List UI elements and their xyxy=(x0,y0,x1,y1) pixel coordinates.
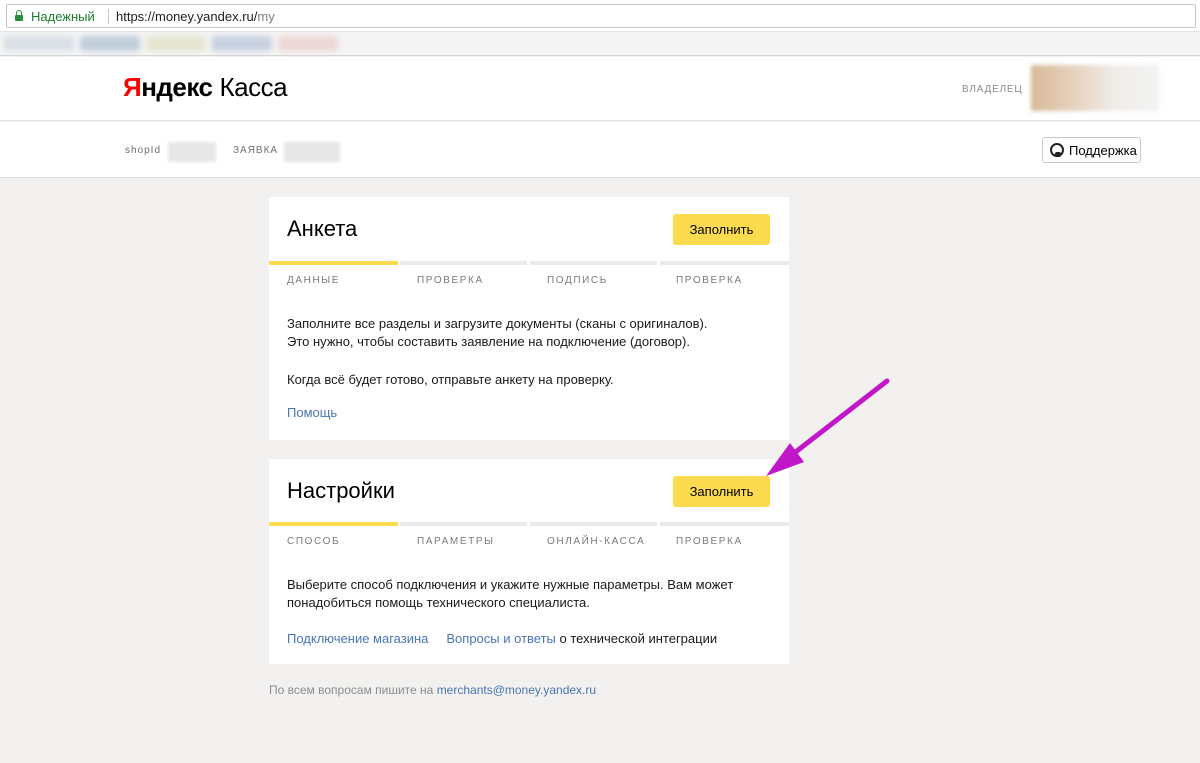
step-label: ПОДПИСЬ xyxy=(547,275,608,286)
step-segment xyxy=(660,261,789,265)
step-label: ПРОВЕРКА xyxy=(676,275,743,286)
browser-address-bar: Надежный https://money.yandex.ru/my xyxy=(0,0,1200,32)
blurred-bookmark[interactable] xyxy=(146,36,206,51)
support-button[interactable]: Поддержка xyxy=(1042,137,1141,163)
url-text[interactable]: https://money.yandex.ru/my xyxy=(116,9,275,24)
description-line: Когда всё будет готово, отправьте анкету… xyxy=(287,372,614,387)
step-label: ОНЛАЙН-КАССА xyxy=(547,536,646,547)
help-link-row: Помощь xyxy=(287,404,337,422)
questionnaire-card: Анкета Заполнить ДАННЫЕ ПРОВЕРКА ПОДПИСЬ… xyxy=(269,197,789,440)
step-label: ПРОВЕРКА xyxy=(676,536,743,547)
request-label: ЗАЯВКА xyxy=(233,145,279,156)
url-host: https://money.yandex.ru/ xyxy=(116,9,258,24)
description-line: Это нужно, чтобы составить заявление на … xyxy=(287,334,690,349)
support-label: Поддержка xyxy=(1069,142,1137,158)
step-segment xyxy=(400,261,527,265)
card-description: Выберите способ подключения и укажите ну… xyxy=(287,576,733,612)
yandex-kassa-logo[interactable]: Яндекс Касса xyxy=(123,72,288,102)
user-avatar[interactable] xyxy=(1031,65,1159,111)
progress-steps xyxy=(269,522,789,528)
logo-ndeks: ндекс xyxy=(141,72,213,102)
contact-note: По всем вопросам пишите на merchants@mon… xyxy=(269,683,596,697)
headset-icon xyxy=(1049,142,1065,158)
fill-settings-button[interactable]: Заполнить xyxy=(673,476,770,507)
step-label: ПАРАМЕТРЫ xyxy=(417,536,495,547)
logo-ya: Я xyxy=(123,72,142,102)
step-label: ПРОВЕРКА xyxy=(417,275,484,286)
faq-link[interactable]: Вопросы и ответы xyxy=(446,631,555,646)
step-segment xyxy=(530,522,657,526)
step-segment-active xyxy=(269,261,398,265)
address-divider xyxy=(108,9,109,24)
role-label: ВЛАДЕЛЕЦ xyxy=(962,84,1023,95)
step-label: СПОСОБ xyxy=(287,536,341,547)
card-description: Заполните все разделы и загрузите докуме… xyxy=(287,315,708,389)
lock-icon xyxy=(15,10,23,21)
card-title: Настройки xyxy=(287,478,395,503)
shop-info-bar: shopId ЗАЯВКА xyxy=(0,122,1200,178)
site-header: Яндекс Касса ВЛАДЕЛЕЦ xyxy=(0,57,1200,121)
bookmarks-bar xyxy=(0,32,1200,56)
step-segment-active xyxy=(269,522,398,526)
step-label: ДАННЫЕ xyxy=(287,275,341,286)
url-field[interactable]: Надежный https://money.yandex.ru/my xyxy=(6,4,1196,28)
logo-kassa: Касса xyxy=(219,72,288,102)
description-line: понадобиться помощь технического специал… xyxy=(287,595,590,610)
arrow-shaft xyxy=(781,378,890,464)
blurred-bookmark[interactable] xyxy=(212,36,272,51)
step-segment xyxy=(530,261,657,265)
progress-steps xyxy=(269,261,789,267)
links-row: Подключение магазина Вопросы и ответы о т… xyxy=(287,630,717,648)
help-link[interactable]: Помощь xyxy=(287,405,337,420)
secure-label: Надежный xyxy=(31,9,95,24)
blurred-bookmark[interactable] xyxy=(278,36,338,51)
shop-id-value-blurred xyxy=(168,142,216,162)
contact-email-link[interactable]: merchants@money.yandex.ru xyxy=(437,683,596,697)
url-path: my xyxy=(257,9,275,24)
step-segment xyxy=(400,522,527,526)
settings-card: Настройки Заполнить СПОСОБ ПАРАМЕТРЫ ОНЛ… xyxy=(269,459,789,664)
fill-questionnaire-button[interactable]: Заполнить xyxy=(673,214,770,245)
request-value-blurred xyxy=(284,142,340,162)
step-segment xyxy=(660,522,789,526)
shop-connection-link[interactable]: Подключение магазина xyxy=(287,631,428,646)
card-title: Анкета xyxy=(287,216,358,241)
description-line: Выберите способ подключения и укажите ну… xyxy=(287,577,734,592)
shop-id-label: shopId xyxy=(125,145,162,156)
contact-text: По всем вопросам пишите на xyxy=(269,683,437,697)
faq-suffix-text: о технической интеграции xyxy=(555,631,718,646)
blurred-bookmark[interactable] xyxy=(80,36,140,51)
description-line: Заполните все разделы и загрузите докуме… xyxy=(287,316,708,331)
blurred-bookmark[interactable] xyxy=(4,36,74,51)
